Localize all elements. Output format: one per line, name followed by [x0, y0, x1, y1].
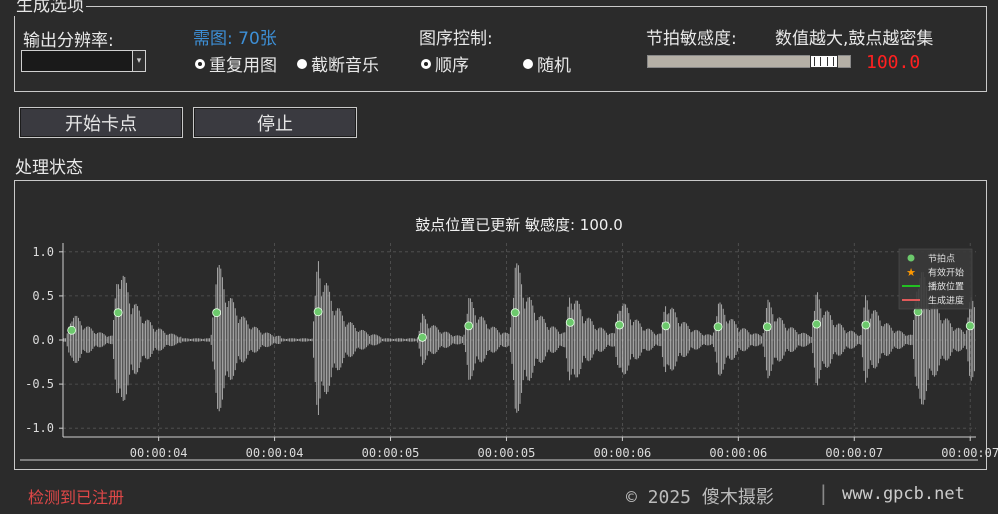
footer-separator: |	[820, 481, 827, 505]
sensitivity-hint: 数值越大,鼓点越密集	[775, 29, 934, 49]
radio-random[interactable]: 随机	[523, 51, 571, 76]
order-label: 图序控制:	[419, 29, 493, 49]
start-button[interactable]: 开始卡点	[19, 107, 183, 138]
resolution-label: 输出分辨率:	[23, 31, 114, 51]
radio-repeat-images[interactable]: 重复用图	[195, 51, 277, 76]
status-group-title: 处理状态	[15, 158, 83, 178]
website-link[interactable]: www.gpcb.net	[842, 484, 965, 504]
radio-cut-music[interactable]: 截断音乐	[297, 51, 379, 76]
settings-group	[14, 6, 987, 92]
radio-order[interactable]: 顺序	[421, 51, 469, 76]
resolution-select[interactable]: ▾	[21, 50, 146, 72]
radio-order-label: 顺序	[435, 56, 469, 76]
registered-status: 检测到已注册	[28, 488, 125, 507]
radio-dot-icon	[421, 58, 431, 69]
radio-cut-label: 截断音乐	[311, 56, 379, 76]
radio-repeat-label: 重复用图	[209, 56, 277, 76]
settings-group-title: 生成选项	[14, 0, 86, 16]
need-images-text: 需图: 70张	[193, 29, 277, 49]
copyright-text: © 2025 傻木摄影	[626, 487, 774, 508]
sensitivity-label: 节拍敏感度:	[646, 29, 737, 49]
radio-dot-icon	[195, 58, 205, 69]
radio-dot-icon	[523, 58, 533, 69]
status-group	[14, 180, 987, 470]
radio-random-label: 随机	[537, 56, 571, 76]
sensitivity-slider[interactable]	[647, 55, 851, 68]
stop-button[interactable]: 停止	[193, 107, 357, 138]
slider-thumb[interactable]	[810, 55, 838, 68]
sensitivity-value: 100.0	[866, 52, 921, 73]
chevron-down-icon[interactable]: ▾	[132, 51, 145, 71]
radio-dot-icon	[297, 58, 307, 69]
